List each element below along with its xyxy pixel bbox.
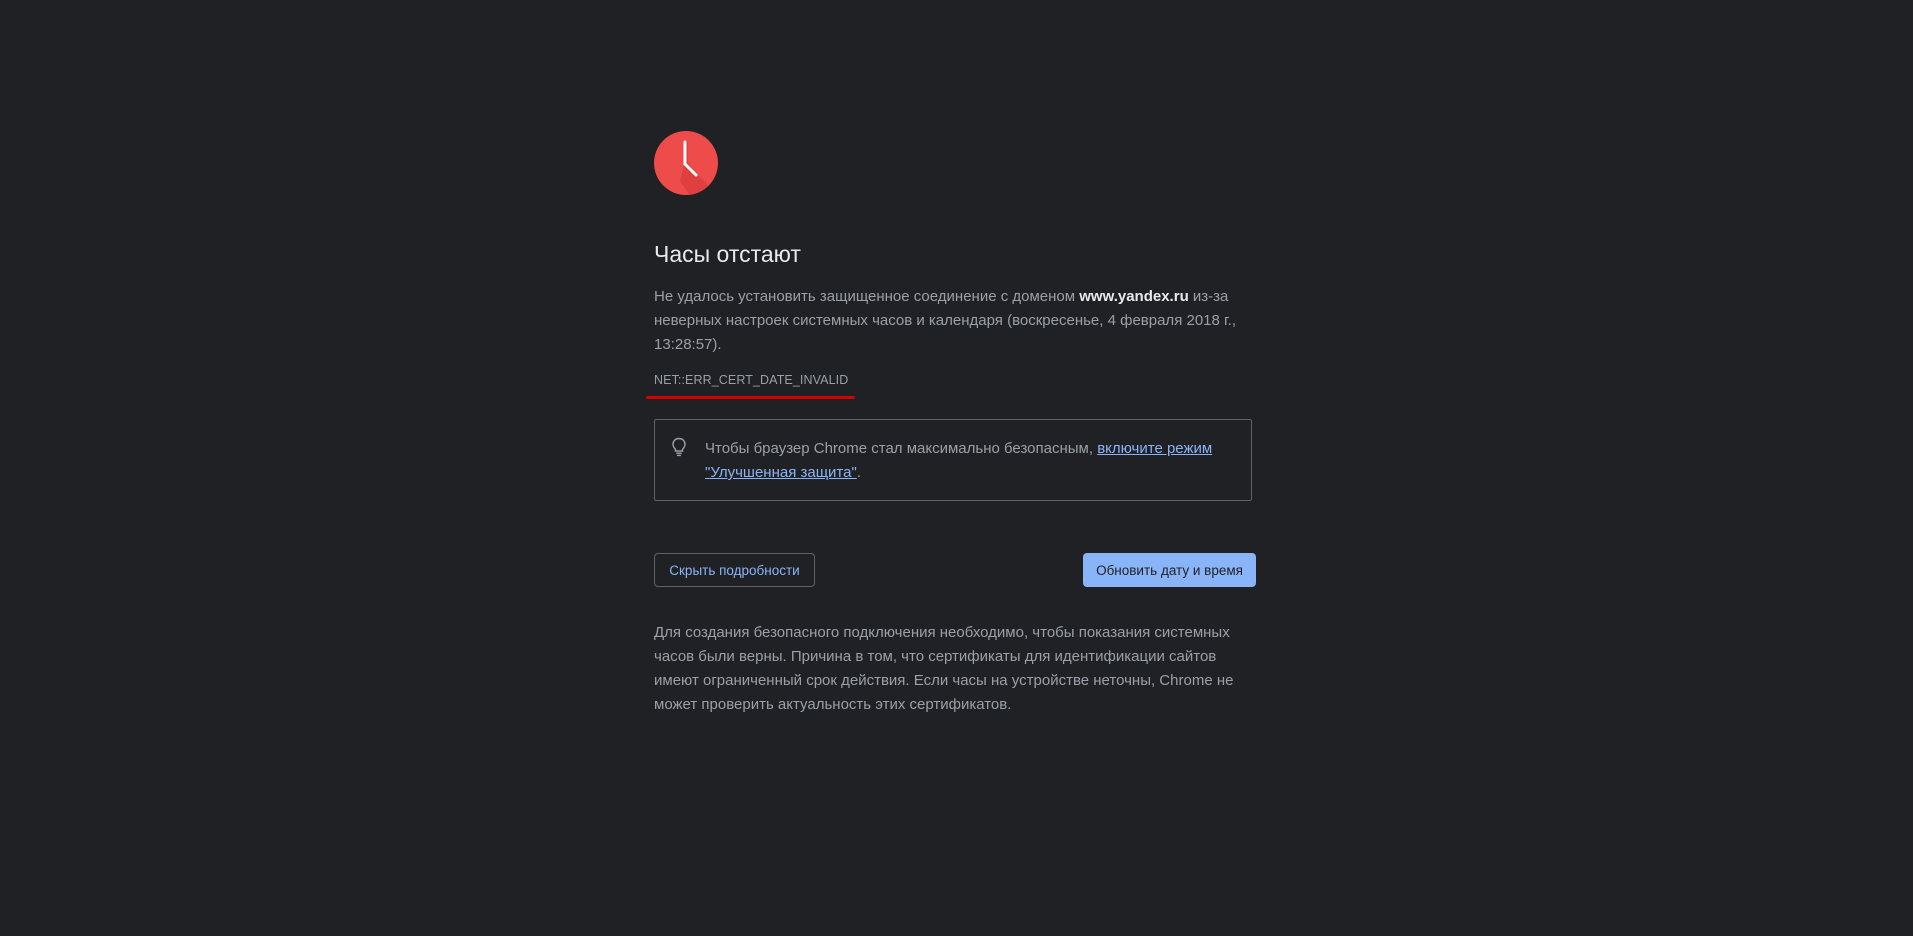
enhanced-protection-promo: Чтобы браузер Chrome стал максимально бе…: [654, 419, 1252, 501]
main-message: Не удалось установить защищенное соедине…: [654, 285, 1254, 357]
promo-text-before: Чтобы браузер Chrome стал максимально бе…: [705, 440, 1098, 457]
page-title: Часы отстают: [654, 241, 801, 267]
hide-details-button[interactable]: Скрыть подробности: [654, 553, 815, 587]
lightbulb-icon: [672, 437, 686, 457]
button-row: Скрыть подробности Обновить дату и время: [654, 553, 1256, 587]
details-text: Для создания безопасного подключения нео…: [654, 624, 1234, 713]
interstitial-page: Часы отстают Не удалось установить защищ…: [0, 0, 1913, 936]
promo-text: Чтобы браузер Chrome стал максимально бе…: [705, 437, 1231, 485]
main-message-before: Не удалось установить защищенное соедине…: [654, 288, 1080, 305]
update-date-time-button[interactable]: Обновить дату и время: [1083, 553, 1256, 587]
error-code: NET::ERR_CERT_DATE_INVALID: [654, 373, 849, 387]
red-underline-annotation: [646, 396, 855, 399]
domain-name: www.yandex.ru: [1079, 288, 1189, 305]
promo-text-after: .: [856, 464, 861, 481]
clock-icon: [654, 131, 718, 195]
error-code-container: NET::ERR_CERT_DATE_INVALID: [646, 371, 1254, 399]
main-content: Часы отстают Не удалось установить защищ…: [646, 131, 1256, 717]
